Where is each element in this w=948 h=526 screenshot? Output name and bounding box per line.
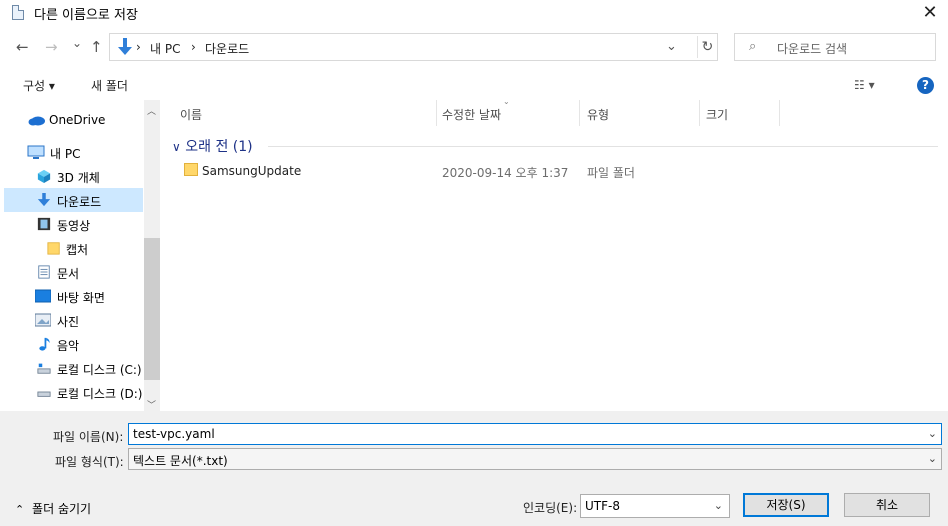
search-input[interactable]: 다운로드 검색 (777, 40, 847, 57)
window-title: 다른 이름으로 저장 (34, 8, 138, 23)
sort-indicator-icon: ⌄ (503, 97, 510, 106)
document-icon (38, 265, 50, 279)
sidebar-item-label: 내 PC (50, 147, 81, 161)
column-divider[interactable] (436, 100, 437, 126)
filetype-label: 파일 형식(T): (55, 455, 124, 469)
column-divider[interactable] (579, 100, 580, 126)
sidebar-item-label: OneDrive (49, 113, 106, 127)
download-arrow-icon (118, 38, 132, 55)
column-header-date[interactable]: 수정한 날짜 (442, 106, 501, 123)
file-row-date: 2020-09-14 오후 1:37 (442, 166, 569, 180)
organize-button[interactable]: 구성 ▾ (23, 77, 55, 94)
filetype-select[interactable]: 텍스트 문서(*.txt) ⌄ (128, 448, 942, 470)
encoding-select[interactable]: UTF-8 ⌄ (580, 494, 730, 518)
sidebar-item-downloads[interactable]: 다운로드 (4, 188, 143, 212)
film-icon (37, 217, 51, 231)
refresh-icon[interactable]: ↻ (697, 36, 717, 58)
download-arrow-icon (37, 193, 51, 207)
sidebar-item-onedrive[interactable]: OneDrive (4, 108, 143, 132)
breadcrumb-downloads[interactable]: 다운로드 (205, 40, 249, 57)
sidebar-item-3d-objects[interactable]: 3D 개체 (4, 164, 143, 188)
sidebar-item-desktop[interactable]: 바탕 화면 (4, 284, 143, 308)
cloud-icon (28, 116, 45, 126)
search-icon: ⌕ (749, 39, 757, 54)
column-divider[interactable] (779, 100, 780, 126)
sidebar-item-label: 음악 (57, 339, 80, 353)
sidebar-item-label: 3D 개체 (57, 171, 100, 185)
column-header-type[interactable]: 유형 (587, 106, 609, 123)
column-header-name[interactable]: 이름 (180, 106, 202, 123)
breadcrumb-sep: › (191, 40, 196, 54)
sidebar-item-local-disk-c[interactable]: 로컬 디스크 (C:) (4, 356, 143, 380)
up-button[interactable]: ↑ (90, 38, 103, 56)
new-folder-button[interactable]: 새 폴더 (91, 77, 128, 94)
sidebar-item-local-disk-d[interactable]: 로컬 디스크 (D:) (4, 380, 143, 404)
sidebar-item-label: 로컬 디스크 (C:) (57, 363, 142, 377)
folder-icon (184, 163, 198, 176)
sidebar-item-videos[interactable]: 동영상 (4, 212, 143, 236)
sidebar-item-documents[interactable]: 문서 (4, 260, 143, 284)
sidebar-item-label: 바탕 화면 (57, 291, 105, 305)
chevron-down-icon: ⌄ (713, 499, 723, 512)
chevron-up-icon: ⌃ (15, 503, 25, 516)
drive-c-icon (37, 363, 51, 374)
cube-icon (37, 169, 51, 183)
address-dropdown-icon[interactable]: ⌄ (666, 39, 677, 54)
group-header[interactable]: ∨ 오래 전 (1) (172, 136, 253, 156)
encoding-label: 인코딩(E): (523, 501, 578, 515)
recent-locations-button[interactable]: ⌄ (72, 36, 82, 50)
encoding-value: UTF-8 (585, 499, 620, 513)
sidebar-scroll-thumb[interactable] (144, 238, 160, 380)
view-options-icon[interactable]: ☷ ▾ (854, 78, 875, 92)
scroll-up-icon[interactable]: ︿ (147, 104, 156, 117)
sidebar-item-label: 로컬 디스크 (D:) (57, 387, 143, 401)
sidebar-item-music[interactable]: 음악 (4, 332, 143, 356)
group-divider (268, 146, 938, 147)
back-button[interactable]: ← (16, 38, 29, 56)
scroll-down-icon[interactable]: ﹀ (147, 398, 156, 411)
chevron-down-icon[interactable]: ⌄ (928, 427, 937, 440)
sidebar-item-pictures[interactable]: 사진 (4, 308, 143, 332)
breadcrumb-this-pc[interactable]: 내 PC (150, 40, 180, 57)
sidebar-item-this-pc[interactable]: 내 PC (4, 140, 143, 164)
help-icon[interactable]: ? (917, 77, 934, 94)
search-box[interactable]: ⌕ 다운로드 검색 (734, 33, 936, 61)
drive-icon (37, 391, 51, 397)
filename-label: 파일 이름(N): (53, 430, 124, 444)
cancel-button[interactable]: 취소 (844, 493, 930, 517)
folder-icon (47, 242, 60, 255)
breadcrumb-sep: › (136, 40, 141, 54)
sidebar-item-label: 동영상 (57, 219, 91, 233)
filename-input[interactable]: test-vpc.yaml ⌄ (128, 423, 942, 445)
computer-icon (27, 145, 45, 159)
filename-value: test-vpc.yaml (133, 427, 215, 441)
group-label: 오래 전 (1) (185, 139, 253, 155)
save-button[interactable]: 저장(S) (743, 493, 829, 517)
sidebar-item-label: 다운로드 (57, 195, 102, 209)
close-icon[interactable]: ✕ (920, 2, 940, 23)
sidebar-item-label: 사진 (57, 315, 80, 329)
notepad-icon (12, 5, 24, 20)
address-bar[interactable]: › 내 PC › 다운로드 ⌄ ↻ (109, 33, 718, 61)
forward-button[interactable]: → (45, 38, 58, 56)
music-note-icon (39, 337, 50, 351)
column-header-size[interactable]: 크기 (706, 106, 728, 123)
sidebar-item-label: 캡처 (66, 243, 89, 257)
column-divider[interactable] (699, 100, 700, 126)
desktop-icon (35, 289, 51, 303)
chevron-down-icon: ∨ (172, 140, 181, 154)
sidebar-item-capture[interactable]: 캡처 (4, 236, 143, 260)
file-row-type: 파일 폴더 (587, 166, 635, 180)
picture-icon (35, 313, 51, 327)
file-row-name[interactable]: SamsungUpdate (202, 164, 301, 178)
title-bar (0, 0, 948, 26)
hide-folders-label: 폴더 숨기기 (32, 502, 92, 516)
chevron-down-icon: ⌄ (927, 452, 937, 465)
sidebar-item-label: 문서 (57, 267, 80, 281)
filetype-value: 텍스트 문서(*.txt) (133, 454, 228, 468)
hide-folders-button[interactable]: ⌃ 폴더 숨기기 (15, 500, 91, 517)
